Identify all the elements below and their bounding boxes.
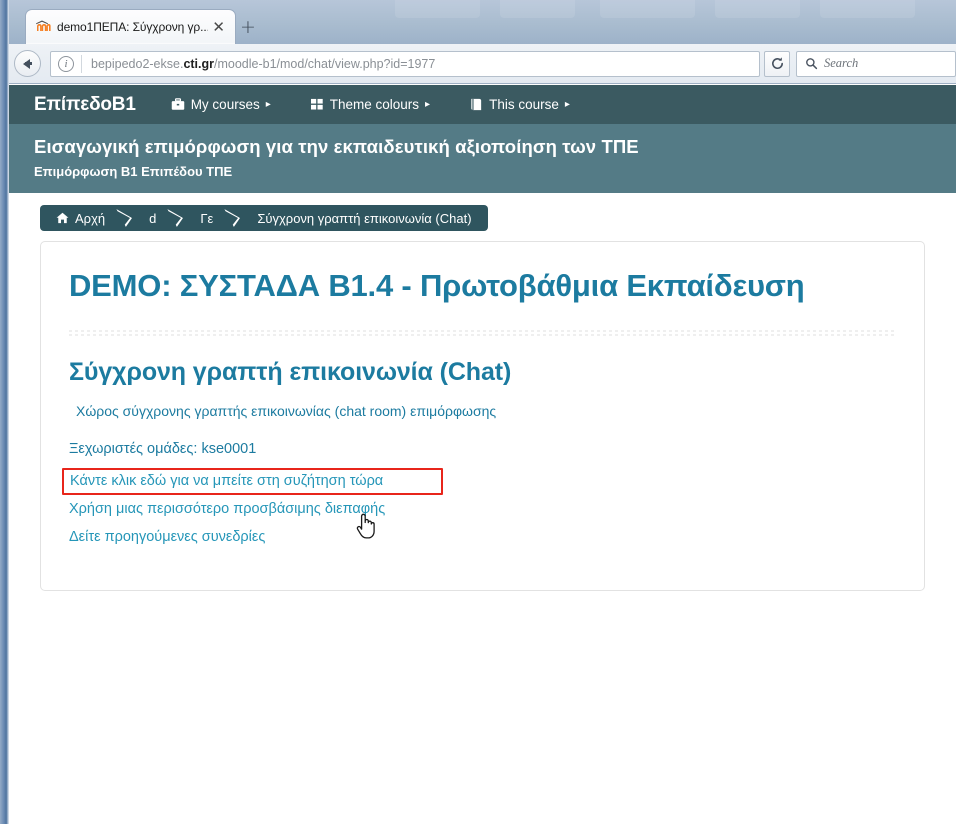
breadcrumb-item-label: Σύγχρονη γραπτή επικοινωνία (Chat) [257, 210, 472, 226]
breadcrumb-item-home[interactable]: Αρχή [40, 205, 119, 231]
breadcrumb-wrapper: Αρχή d Γε Σύγχρονη γραπτή επικοινωνία (C… [9, 193, 956, 241]
chevron-right-icon: ▸ [564, 98, 570, 110]
breadcrumb-item-label: Αρχή [75, 210, 106, 226]
section-divider [69, 329, 896, 336]
separate-groups-label: Ξεχωριστές ομάδες: kse0001 [69, 440, 257, 457]
url-prefix: bepipedo2-ekse. [91, 56, 184, 71]
close-icon[interactable]: ✕ [208, 19, 229, 35]
browser-tab-active[interactable]: demo1ΠΕΠΑ: Σύγχρονη γρ... ✕ [25, 9, 236, 44]
breadcrumb-item-category[interactable]: d [135, 205, 170, 231]
reload-button[interactable] [764, 50, 790, 77]
course-subtitle: Επιμόρφωση Β1 Επιπέδου ΤΠΕ [34, 164, 233, 179]
enter-chat-link[interactable]: Κάντε κλικ εδώ για να μπείτε στη συζήτησ… [62, 467, 443, 495]
window-left-border [0, 0, 9, 824]
breadcrumb-separator-icon [119, 205, 135, 231]
url-path: /moodle-b1/mod/chat/view.php?id=1977 [214, 56, 436, 71]
back-arrow-icon [23, 58, 32, 69]
course-title: Εισαγωγική επιμόρφωση για την εκπαιδευτι… [34, 136, 639, 157]
url-domain: cti.gr [183, 56, 214, 71]
nav-item-theme-colours[interactable]: Theme colours ▸ [310, 97, 431, 112]
activity-title: Σύγχρονη γραπτή επικοινωνία (Chat) [69, 357, 512, 386]
activity-intro: Χώρος σύγχρονης γραπτής επικοινωνίας (ch… [76, 402, 497, 419]
briefcase-icon [171, 98, 185, 111]
book-icon [470, 98, 483, 111]
accessible-interface-link[interactable]: Χρήση μιας περισσότερο προσβάσιμης διεπα… [69, 501, 385, 517]
nav-item-my-courses[interactable]: My courses ▸ [171, 97, 271, 112]
home-icon [56, 212, 69, 224]
nav-item-label: This course [489, 97, 559, 112]
breadcrumb-item-label: d [149, 210, 157, 226]
nav-item-label: My courses [190, 97, 260, 112]
browser-search-box[interactable]: Search [796, 50, 956, 77]
moodle-logo-icon [35, 19, 51, 35]
browser-window: demo1ΠΕΠΑ: Σύγχρονη γρ... ✕ + i bepipedo… [0, 0, 956, 824]
address-bar[interactable]: i bepipedo2-ekse.cti.gr/moodle-b1/mod/ch… [50, 50, 760, 77]
breadcrumb-separator-icon [170, 205, 186, 231]
browser-toolbar: i bepipedo2-ekse.cti.gr/moodle-b1/mod/ch… [0, 44, 956, 84]
page-title: DEMO: ΣΥΣΤΑΔΑ Β1.4 - Πρωτοβάθμια Εκπαίδε… [69, 268, 805, 303]
browser-tab-strip: demo1ΠΕΠΑ: Σύγχρονη γρ... ✕ + [0, 0, 956, 44]
breadcrumb: Αρχή d Γε Σύγχρονη γραπτή επικοινωνία (C… [40, 205, 488, 231]
breadcrumb-item-current: Σύγχρονη γραπτή επικοινωνία (Chat) [243, 205, 487, 231]
reload-icon [771, 57, 783, 69]
site-navbar: ΕπίπεδοB1 My courses ▸ Theme colours ▸ T… [9, 85, 956, 124]
back-button[interactable] [14, 50, 41, 77]
address-bar-url: bepipedo2-ekse.cti.gr/moodle-b1/mod/chat… [82, 57, 759, 71]
site-brand[interactable]: ΕπίπεδοB1 [34, 94, 136, 116]
nav-item-this-course[interactable]: This course ▸ [470, 97, 570, 112]
search-icon [805, 57, 818, 70]
course-header: Εισαγωγική επιμόρφωση για την εκπαιδευτι… [9, 124, 956, 193]
page-viewport: ΕπίπεδοB1 My courses ▸ Theme colours ▸ T… [9, 85, 956, 824]
breadcrumb-item-course[interactable]: Γε [186, 205, 227, 231]
new-tab-button[interactable]: + [240, 18, 256, 37]
chevron-right-icon: ▸ [265, 98, 271, 110]
breadcrumb-separator-icon [227, 205, 243, 231]
browser-search-placeholder: Search [824, 56, 859, 70]
grid-squares-icon [310, 98, 324, 111]
chevron-right-icon: ▸ [425, 98, 431, 110]
site-info-icon[interactable]: i [58, 55, 74, 72]
browser-tab-title: demo1ΠΕΠΑ: Σύγχρονη γρ... [57, 20, 209, 34]
nav-item-label: Theme colours [329, 97, 420, 112]
main-content-card: DEMO: ΣΥΣΤΑΔΑ Β1.4 - Πρωτοβάθμια Εκπαίδε… [40, 241, 925, 591]
breadcrumb-item-label: Γε [200, 210, 214, 226]
past-sessions-link[interactable]: Δείτε προηγούμενες συνεδρίες [69, 529, 265, 545]
